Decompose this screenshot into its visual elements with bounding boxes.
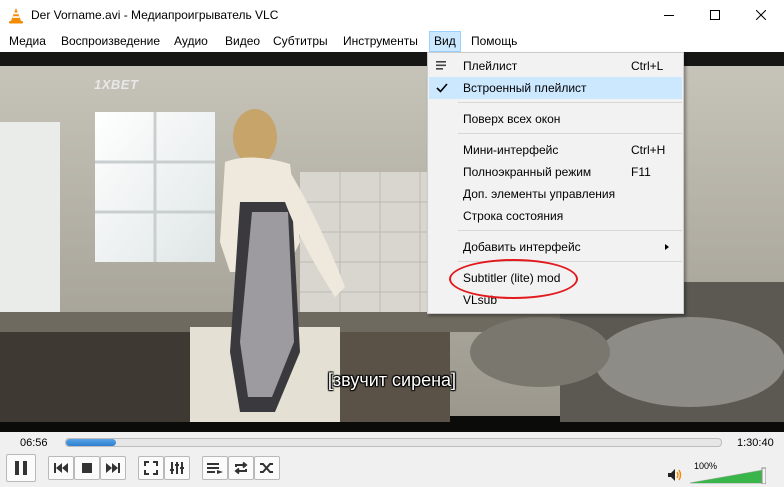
- shuffle-icon: [260, 463, 273, 473]
- shuffle-button[interactable]: [254, 456, 280, 480]
- pause-button[interactable]: [6, 454, 36, 482]
- title-bar: Der Vorname.avi - Медиапроигрыватель VLC: [0, 0, 784, 30]
- volume-handle[interactable]: [761, 467, 766, 484]
- view-menu-item-add-interface[interactable]: Добавить интерфейс: [429, 236, 682, 258]
- seek-bar-fill: [66, 439, 117, 446]
- menu-item-label: Доп. элементы управления: [463, 187, 616, 201]
- close-icon: [756, 10, 766, 20]
- extended-settings-button[interactable]: [164, 456, 190, 480]
- fullscreen-button[interactable]: [138, 456, 164, 480]
- menu-item-label: Мини-интерфейс: [463, 143, 559, 157]
- pause-icon: [15, 461, 27, 475]
- menu-separator: [458, 133, 682, 134]
- minimize-button[interactable]: [646, 0, 692, 30]
- video-watermark: 1XBET: [94, 77, 139, 92]
- next-button[interactable]: [100, 456, 126, 480]
- close-button[interactable]: [738, 0, 784, 30]
- menu-tools[interactable]: Инструменты: [339, 31, 422, 52]
- total-time: 1:30:40: [737, 437, 774, 449]
- menu-playback[interactable]: Воспроизведение: [57, 31, 164, 52]
- window-title: Der Vorname.avi - Медиапроигрыватель VLC: [31, 8, 279, 22]
- extended-settings-icon: [170, 462, 184, 474]
- subtitle-text: [звучит сирена]: [327, 370, 457, 390]
- menu-subtitles[interactable]: Субтитры: [269, 31, 332, 52]
- view-menu-item-always-on-top[interactable]: Поверх всех окон: [429, 108, 682, 130]
- menu-item-label: Строка состояния: [463, 209, 564, 223]
- menu-item-shortcut: Ctrl+L: [631, 59, 664, 73]
- playlist-button[interactable]: [202, 456, 228, 480]
- view-menu-item-status-bar[interactable]: Строка состояния: [429, 205, 682, 227]
- annotation-ellipse: [449, 259, 578, 299]
- menu-separator: [458, 230, 682, 231]
- view-menu-item-fullscreen[interactable]: Полноэкранный режим F11: [429, 161, 682, 183]
- view-menu-item-advanced-controls[interactable]: Доп. элементы управления: [429, 183, 682, 205]
- minimize-icon: [664, 15, 674, 16]
- next-icon: [106, 463, 120, 473]
- playlist-icon: [207, 463, 223, 474]
- menu-item-shortcut: Ctrl+H: [631, 143, 666, 157]
- seek-bar[interactable]: [65, 438, 722, 447]
- menu-item-label: Полноэкранный режим: [463, 165, 592, 179]
- previous-icon: [54, 463, 68, 473]
- view-menu-item-minimal-interface[interactable]: Мини-интерфейс Ctrl+H: [429, 139, 682, 161]
- menu-item-shortcut: F11: [631, 165, 651, 179]
- maximize-icon: [710, 10, 720, 20]
- volume-icon[interactable]: [667, 468, 683, 482]
- volume-slider[interactable]: [690, 462, 766, 484]
- menu-item-label: Добавить интерфейс: [463, 240, 581, 254]
- fullscreen-icon: [144, 461, 158, 475]
- maximize-button[interactable]: [692, 0, 738, 30]
- menu-audio[interactable]: Аудио: [170, 31, 212, 52]
- checkmark-icon: [436, 83, 448, 93]
- previous-button[interactable]: [48, 456, 74, 480]
- stop-icon: [82, 463, 92, 473]
- view-menu-item-docked-playlist[interactable]: Встроенный плейлист: [429, 77, 682, 99]
- control-bar: 06:56 1:30:40 100%: [0, 432, 784, 487]
- playlist-icon: [436, 61, 446, 70]
- loop-button[interactable]: [228, 456, 254, 480]
- menu-video[interactable]: Видео: [221, 31, 264, 52]
- elapsed-time: 06:56: [20, 437, 48, 449]
- loop-icon: [234, 461, 248, 475]
- vlc-cone-icon: [9, 8, 23, 24]
- stop-button[interactable]: [74, 456, 100, 480]
- view-menu-item-playlist[interactable]: Плейлист Ctrl+L: [429, 55, 682, 77]
- menu-separator: [458, 102, 682, 103]
- menu-item-label: Плейлист: [463, 59, 518, 73]
- menu-item-label: Встроенный плейлист: [463, 81, 587, 95]
- menu-media[interactable]: Медиа: [5, 31, 50, 52]
- menu-item-label: Поверх всех окон: [463, 112, 561, 126]
- menu-help[interactable]: Помощь: [467, 31, 521, 52]
- submenu-arrow-icon: [665, 244, 669, 250]
- menu-bar: Медиа Воспроизведение Аудио Видео Субтит…: [0, 31, 784, 52]
- menu-view[interactable]: Вид: [429, 31, 461, 52]
